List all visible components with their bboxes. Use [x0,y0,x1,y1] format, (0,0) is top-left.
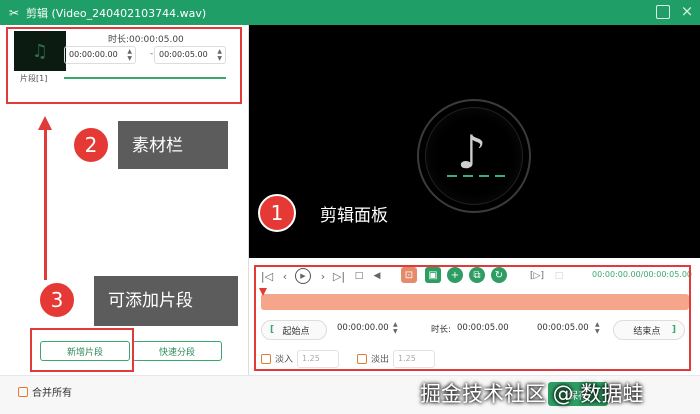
window-title: 剪辑 (Video_240402103744.wav) [26,6,207,20]
annotation-label-3: 可添加片段 [94,276,238,326]
close-button[interactable]: × [680,4,694,19]
annotation-box-material [6,27,242,104]
equalizer-bar [463,175,473,177]
scissors-icon: ✂ [8,5,20,20]
merge-all-checkbox[interactable] [18,387,28,397]
equalizer-bar [479,175,489,177]
annotation-marker-3: 3 [38,281,76,319]
merge-all-label: 合并所有 [32,388,72,399]
quick-split-button[interactable]: 快速分段 [132,341,222,361]
annotation-marker-2: 2 [72,126,110,164]
music-note-icon: ♪ [457,125,487,179]
bottom-bar: 合并所有 保存 掘金技术社区 @ 数据蛙 [0,375,700,414]
equalizer-bar [495,175,505,177]
maximize-button[interactable] [656,5,670,19]
annotation-label-2: 素材栏 [118,121,228,169]
title-bar: ✂ 剪辑 (Video_240402103744.wav) × [0,0,700,25]
annotation-box-add [30,328,134,372]
annotation-arrow-shaft [44,128,47,280]
watermark: 掘金技术社区 @ 数据蛙 [420,382,644,406]
annotation-box-timeline [254,265,691,371]
annotation-label-1: 剪辑面板 [320,206,388,226]
equalizer-bar [447,175,457,177]
annotation-marker-1: 1 [258,194,296,232]
